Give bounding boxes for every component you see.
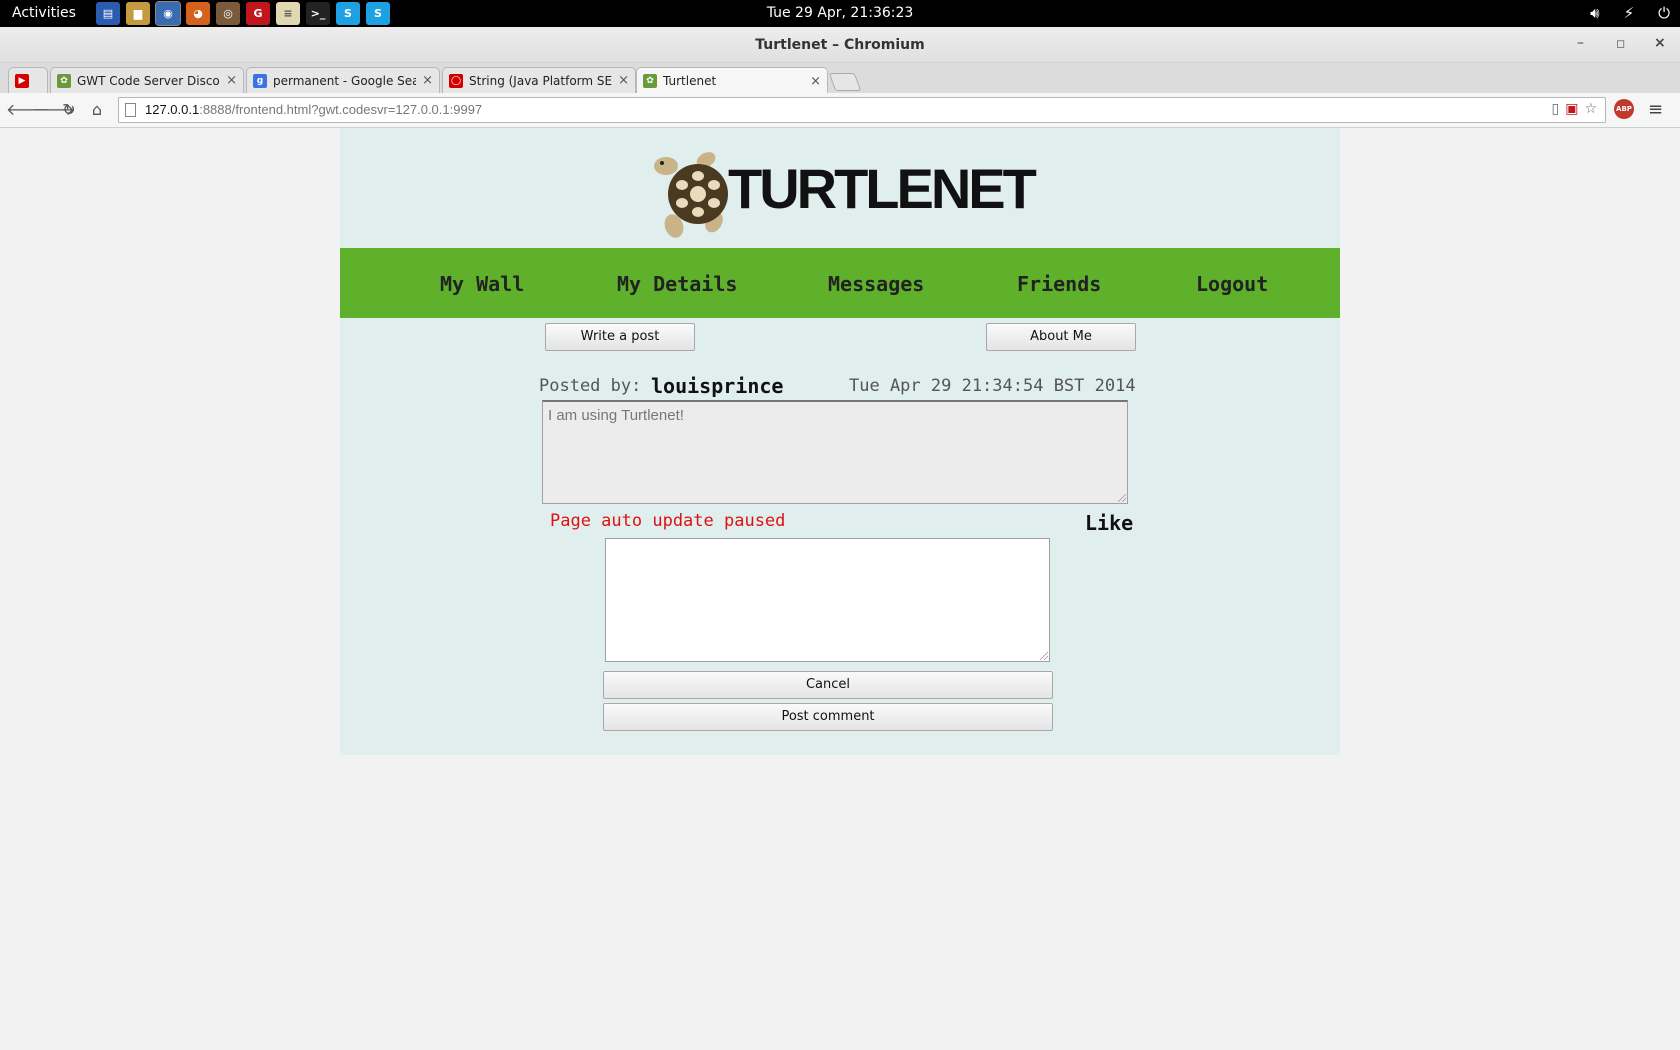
post-content: I am using Turtlenet! — [542, 400, 1128, 504]
browser-toolbar: 🡐 🡒 ↻ ⌂ 127.0.0.1:8888/frontend.html?gwt… — [0, 93, 1680, 128]
oracle-icon: ◯ — [449, 73, 463, 88]
nav-friends[interactable]: Friends — [1017, 272, 1101, 296]
url-text[interactable]: 127.0.0.1:8888/frontend.html?gwt.codesvr… — [145, 102, 482, 117]
app-launchers: ▤ ▆ ◉ ◕ ◎ G ≡ >_ S S — [96, 1, 390, 26]
post-text: I am using Turtlenet! — [548, 407, 684, 424]
tab-turtlenet[interactable]: ✿ Turtlenet × — [636, 67, 828, 94]
site-logo-text: TURTLENET — [728, 157, 1037, 220]
nav-my-wall[interactable]: My Wall — [440, 272, 524, 296]
comment-textarea[interactable] — [605, 538, 1050, 662]
tab-java-string[interactable]: ◯ String (Java Platform SE 7 × — [442, 67, 636, 93]
adblock-icon[interactable]: ABP — [1614, 99, 1634, 119]
tab-label: GWT Code Server Disconn — [77, 73, 221, 88]
tab-close-icon[interactable]: × — [226, 73, 237, 88]
youtube-icon: ▶ — [15, 73, 29, 88]
tab-google-search[interactable]: g permanent - Google Searcl × — [246, 67, 440, 93]
turtle-favicon-icon: ✿ — [57, 73, 71, 88]
site-header: TURTLENET — [340, 128, 1340, 248]
cancel-button[interactable]: Cancel — [603, 671, 1053, 699]
tab-label: permanent - Google Searcl — [273, 73, 416, 88]
power-icon[interactable]: ⏻ — [1658, 4, 1670, 22]
posted-by-label: Posted by: — [539, 376, 642, 396]
about-me-button[interactable]: About Me — [986, 323, 1136, 351]
skype-icon[interactable]: S — [336, 2, 360, 25]
activities-button[interactable]: Activities — [12, 5, 76, 21]
screenshot-app-icon[interactable]: ▤ — [96, 2, 120, 25]
minimize-button[interactable]: – — [1577, 35, 1584, 51]
nav-messages[interactable]: Messages — [828, 272, 924, 296]
maximize-button[interactable]: ◻ — [1616, 37, 1625, 50]
volume-icon[interactable]: 🔊︎ — [1590, 4, 1599, 22]
site-nav: My Wall My Details Messages Friends Logo… — [340, 248, 1340, 318]
nav-logout[interactable]: Logout — [1196, 272, 1268, 296]
skype-icon-2[interactable]: S — [366, 2, 390, 25]
turtle-logo-icon — [654, 152, 728, 238]
like-button[interactable]: Like — [1085, 511, 1133, 535]
tab-close-icon[interactable]: × — [810, 74, 821, 89]
tab-close-icon[interactable]: × — [422, 73, 433, 88]
chromium-icon[interactable]: ◉ — [155, 1, 181, 26]
home-icon[interactable]: ⌂ — [86, 99, 108, 121]
auto-update-status: Page auto update paused — [550, 511, 786, 531]
omnibox-icons: ▯ ▣ ☆ — [1551, 101, 1597, 117]
terminal-icon[interactable]: >_ — [306, 2, 330, 25]
resize-handle-icon[interactable] — [1118, 494, 1126, 502]
url-path: :8888/frontend.html?gwt.codesvr=127.0.0.… — [199, 102, 483, 117]
network-icon[interactable]: ⚡︎ — [1624, 4, 1635, 22]
app-red-icon[interactable]: G — [246, 2, 270, 25]
reload-icon[interactable]: ↻ — [58, 99, 80, 121]
post-comment-button[interactable]: Post comment — [603, 703, 1053, 731]
new-tab-button[interactable] — [828, 73, 862, 91]
tab-gwt-code-server[interactable]: ✿ GWT Code Server Disconn × — [50, 67, 244, 93]
write-post-button[interactable]: Write a post — [545, 323, 695, 351]
post-timestamp: Tue Apr 29 21:34:54 BST 2014 — [849, 376, 1136, 396]
tab-label: String (Java Platform SE 7 — [469, 73, 613, 88]
back-icon[interactable]: 🡐 — [6, 99, 49, 121]
system-top-bar: Activities ▤ ▆ ◉ ◕ ◎ G ≡ >_ S S Tue 29 Apr, 21:36… — [0, 0, 1680, 27]
menu-icon[interactable]: ≡ — [1648, 99, 1663, 120]
resize-handle-icon[interactable] — [1040, 652, 1048, 660]
nav-my-details[interactable]: My Details — [617, 272, 737, 296]
page-viewport: TURTLENET My Wall My Details Messages Fr… — [0, 128, 1680, 1050]
turtlenet-panel: TURTLENET My Wall My Details Messages Fr… — [340, 128, 1340, 755]
window-title: Turtlenet – Chromium — [755, 37, 925, 53]
text-editor-icon[interactable]: ≡ — [276, 2, 300, 25]
tab-label: Turtlenet — [663, 74, 717, 88]
extension-icon[interactable]: ▣ — [1565, 101, 1578, 117]
tab-strip: ▶ ✿ GWT Code Server Disconn × g permanen… — [0, 63, 1680, 94]
address-bar[interactable]: 127.0.0.1:8888/frontend.html?gwt.codesvr… — [118, 97, 1606, 123]
forward-icon[interactable]: 🡒 — [32, 99, 75, 121]
url-host: 127.0.0.1 — [145, 102, 200, 117]
turtle-favicon-icon: ✿ — [643, 74, 657, 88]
firefox-icon[interactable]: ◕ — [186, 2, 210, 25]
page-action-icon[interactable]: ▯ — [1551, 101, 1559, 117]
page-icon — [125, 103, 136, 117]
tab-close-icon[interactable]: × — [618, 73, 629, 88]
window-titlebar: Turtlenet – Chromium – ◻ × — [0, 27, 1680, 63]
eye-viewer-icon[interactable]: ◎ — [216, 2, 240, 25]
files-icon[interactable]: ▆ — [126, 2, 150, 25]
system-tray: 🔊︎ ⚡︎ ⏻ — [1590, 4, 1670, 22]
close-window-button[interactable]: × — [1654, 35, 1666, 51]
tab-youtube[interactable]: ▶ — [8, 67, 48, 93]
bookmark-star-icon[interactable]: ☆ — [1584, 101, 1597, 117]
google-icon: g — [253, 73, 267, 88]
post-author[interactable]: louisprince — [651, 374, 783, 398]
